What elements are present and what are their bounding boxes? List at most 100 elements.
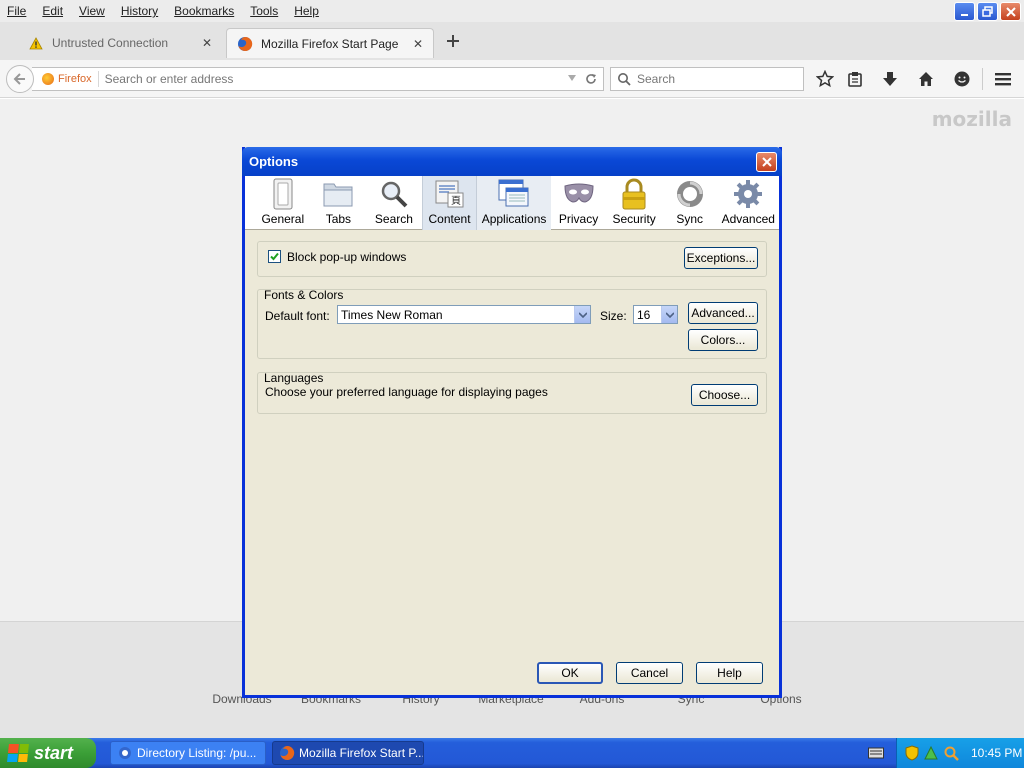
menu-file[interactable]: File — [0, 0, 34, 22]
search-icon — [618, 73, 631, 86]
new-tab-button[interactable] — [444, 34, 462, 52]
pane-label: Privacy — [558, 212, 599, 226]
menu-history[interactable]: History — [113, 0, 166, 22]
star-icon — [816, 70, 834, 88]
dropdown-arrow-icon[interactable] — [567, 73, 577, 83]
menu-bookmarks[interactable]: Bookmarks — [166, 0, 242, 22]
dialog-close-button[interactable] — [756, 152, 777, 172]
security-shield-icon[interactable] — [905, 745, 919, 761]
back-button[interactable] — [6, 65, 34, 93]
tab-label: Mozilla Firefox Start Page — [261, 36, 399, 51]
taskbar-item-label: Mozilla Firefox Start P... — [299, 746, 424, 760]
pane-label: Sync — [676, 212, 704, 226]
open-menu-button[interactable] — [993, 69, 1013, 89]
firefox-icon — [42, 73, 54, 85]
taskbar-item-firefox[interactable]: Mozilla Firefox Start P... — [272, 741, 424, 765]
mozilla-logo: mozilla — [931, 107, 1012, 131]
windows-logo-icon — [7, 744, 29, 762]
exceptions-button[interactable]: Exceptions... — [684, 247, 758, 269]
pane-content[interactable]: 頁 Content — [421, 176, 478, 230]
menu-help[interactable]: Help — [286, 0, 327, 22]
menu-tools[interactable]: Tools — [242, 0, 286, 22]
pane-label: Advanced — [721, 212, 775, 226]
site-identity[interactable]: Firefox — [32, 71, 99, 87]
choose-languages-button[interactable]: Choose... — [691, 384, 758, 406]
menu-edit[interactable]: Edit — [34, 0, 71, 22]
pane-privacy[interactable]: Privacy — [551, 176, 607, 230]
mask-icon — [563, 178, 595, 210]
search-bar[interactable]: Search — [610, 67, 804, 91]
window-close-button[interactable] — [1000, 2, 1021, 21]
tab-strip: Untrusted Connection ✕ Mozilla Firefox S… — [0, 22, 1024, 60]
cancel-button-label: Cancel — [630, 666, 669, 680]
applications-window-icon — [498, 178, 530, 210]
download-arrow-icon — [883, 72, 897, 86]
plus-icon — [447, 35, 459, 47]
taskbar-item-directory-listing[interactable]: Directory Listing: /pu... — [110, 741, 266, 765]
back-arrow-icon — [13, 73, 25, 85]
close-icon — [761, 157, 772, 167]
search-icon[interactable] — [943, 745, 959, 761]
magnifier-icon — [378, 178, 410, 210]
home-button[interactable] — [916, 69, 936, 89]
downloads-button[interactable] — [880, 69, 900, 89]
cancel-button[interactable]: Cancel — [616, 662, 683, 684]
pane-search[interactable]: Search — [366, 176, 422, 230]
url-bar[interactable]: Firefox Search or enter address — [32, 67, 604, 91]
firefox-icon — [279, 745, 295, 761]
start-label: start — [34, 742, 74, 763]
taskbar-item-label: Directory Listing: /pu... — [137, 746, 257, 760]
minimize-button[interactable] — [954, 2, 975, 21]
fonts-colors-group: Fonts & Colors Default font: Times New R… — [257, 288, 767, 359]
dialog-title-bar[interactable]: Options — [242, 147, 782, 176]
default-font-select[interactable]: Times New Roman — [337, 305, 591, 324]
minimize-icon — [960, 13, 968, 16]
clipboard-icon — [848, 72, 862, 87]
pane-applications[interactable]: Applications — [477, 176, 551, 230]
svg-text:頁: 頁 — [451, 195, 461, 207]
font-size-select[interactable]: 16 — [633, 305, 678, 324]
ok-button-label: OK — [561, 666, 579, 680]
menu-bar: File Edit View History Bookmarks Tools H… — [0, 0, 1024, 22]
tab-firefox-start-page[interactable]: Mozilla Firefox Start Page ✕ — [226, 28, 434, 58]
url-input[interactable]: Search or enter address — [99, 72, 567, 86]
menu-view[interactable]: View — [71, 0, 113, 22]
colors-button[interactable]: Colors... — [688, 329, 758, 351]
close-icon — [1005, 6, 1016, 17]
pane-tabs[interactable]: Tabs — [311, 176, 367, 230]
pane-label: Applications — [481, 212, 547, 226]
padlock-icon — [618, 178, 650, 210]
pane-label: General — [261, 212, 305, 226]
help-button-label: Help — [717, 666, 742, 680]
pane-general[interactable]: General — [255, 176, 311, 230]
default-font-label: Default font: — [265, 309, 330, 323]
ok-button[interactable]: OK — [537, 662, 603, 684]
tab-close-icon[interactable]: ✕ — [413, 37, 423, 51]
help-button[interactable]: Help — [696, 662, 763, 684]
hello-chat-button[interactable] — [952, 69, 972, 89]
pane-security[interactable]: Security — [606, 176, 662, 230]
firefox-icon — [237, 36, 253, 52]
identity-label: Firefox — [58, 73, 92, 85]
tab-untrusted-connection[interactable]: Untrusted Connection ✕ — [18, 28, 222, 58]
restore-button[interactable] — [977, 2, 998, 21]
fonts-advanced-button[interactable]: Advanced... — [688, 302, 758, 324]
bookmarks-menu-button[interactable] — [845, 69, 865, 89]
bookmark-star-button[interactable] — [815, 69, 835, 89]
keyboard-icon[interactable] — [868, 746, 884, 760]
url-bar-icons — [567, 73, 603, 85]
reload-icon[interactable] — [585, 73, 597, 85]
system-tray: 10:45 PM — [896, 738, 1024, 768]
fonts-advanced-button-label: Advanced... — [691, 306, 755, 320]
tab-close-icon[interactable]: ✕ — [202, 36, 212, 50]
pane-advanced[interactable]: Advanced — [718, 176, 780, 230]
start-button[interactable]: start — [0, 738, 96, 768]
block-popups-checkbox[interactable] — [268, 250, 281, 263]
default-font-value: Times New Roman — [341, 307, 443, 322]
pane-sync[interactable]: Sync — [662, 176, 718, 230]
pane-label: Search — [374, 212, 413, 226]
network-icon[interactable] — [923, 745, 939, 761]
content-page-icon: 頁 — [434, 178, 466, 210]
choose-languages-button-label: Choose... — [698, 388, 751, 402]
search-input[interactable]: Search — [631, 72, 675, 86]
